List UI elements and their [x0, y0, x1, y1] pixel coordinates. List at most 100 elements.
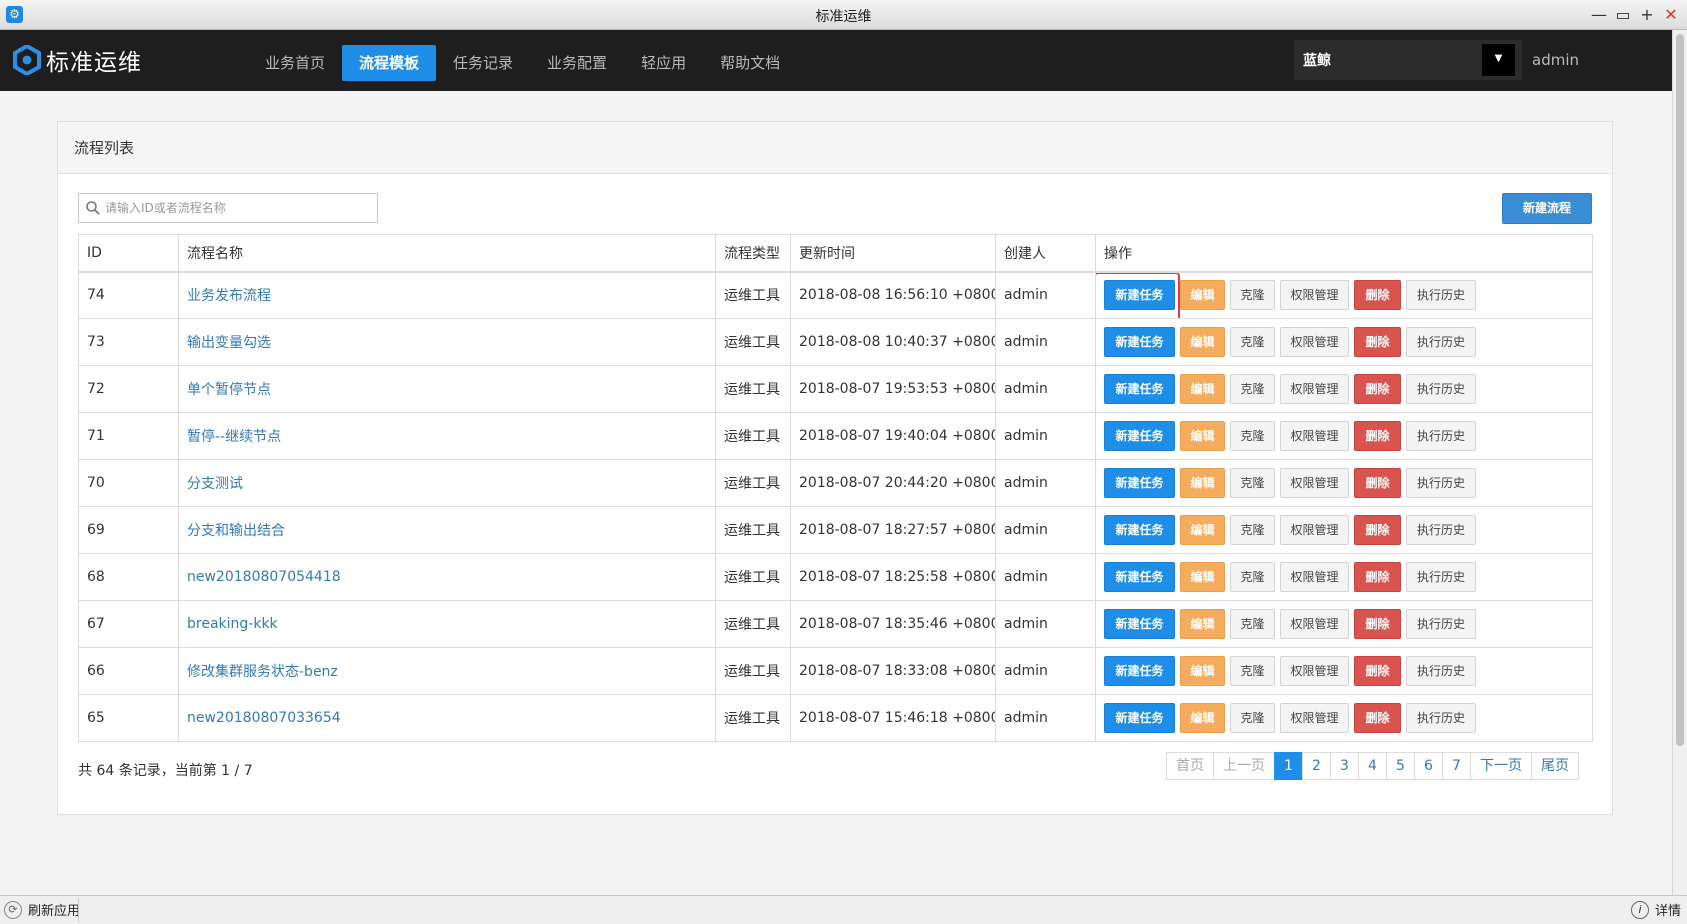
history-button[interactable]: 执行历史 — [1406, 656, 1476, 686]
edit-button[interactable]: 编辑 — [1180, 327, 1225, 357]
page-last[interactable]: 尾页 — [1531, 752, 1579, 780]
new-task-button[interactable]: 新建任务 — [1104, 609, 1175, 639]
new-task-button[interactable]: 新建任务 — [1104, 421, 1175, 451]
nav-item-1[interactable]: 流程模板 — [342, 45, 437, 81]
edit-button[interactable]: 编辑 — [1180, 468, 1225, 498]
page-number[interactable]: 7 — [1442, 752, 1471, 780]
delete-button[interactable]: 删除 — [1354, 656, 1401, 686]
edit-button[interactable]: 编辑 — [1180, 280, 1225, 311]
page-scrollbar[interactable] — [1672, 30, 1687, 895]
delete-button[interactable]: 删除 — [1354, 374, 1401, 404]
permission-button[interactable]: 权限管理 — [1280, 609, 1349, 639]
flow-name-link[interactable]: 单个暂停节点 — [187, 382, 271, 398]
minimize-icon[interactable]: — — [1589, 3, 1609, 25]
nav-item-2[interactable]: 任务记录 — [436, 45, 530, 81]
page-number[interactable]: 5 — [1386, 752, 1415, 780]
delete-button[interactable]: 删除 — [1354, 327, 1401, 357]
flow-name-link[interactable]: 暂停--继续节点 — [187, 429, 281, 445]
edit-button[interactable]: 编辑 — [1180, 703, 1225, 733]
search-input[interactable] — [105, 196, 373, 220]
edit-button[interactable]: 编辑 — [1180, 562, 1225, 592]
nav-item-5[interactable]: 帮助文档 — [703, 45, 797, 81]
flow-name-link[interactable]: new20180807033654 — [187, 710, 341, 726]
new-task-button[interactable]: 新建任务 — [1104, 374, 1175, 404]
permission-button[interactable]: 权限管理 — [1280, 280, 1349, 311]
search-field[interactable] — [78, 193, 378, 223]
user-menu[interactable]: admin — [1532, 51, 1662, 69]
delete-button[interactable]: 删除 — [1354, 515, 1401, 545]
add-icon[interactable]: + — [1637, 3, 1657, 25]
permission-button[interactable]: 权限管理 — [1280, 656, 1349, 686]
permission-button[interactable]: 权限管理 — [1280, 421, 1349, 451]
flow-name-link[interactable]: breaking-kkk — [187, 616, 278, 632]
page-number[interactable]: 4 — [1358, 752, 1387, 780]
flow-name-link[interactable]: 分支和输出结合 — [187, 523, 285, 539]
edit-button[interactable]: 编辑 — [1180, 374, 1225, 404]
delete-button[interactable]: 删除 — [1354, 609, 1401, 639]
brand[interactable]: 标准运维 — [12, 43, 142, 77]
history-button[interactable]: 执行历史 — [1406, 327, 1476, 357]
history-button[interactable]: 执行历史 — [1406, 515, 1476, 545]
page-number[interactable]: 3 — [1330, 752, 1359, 780]
details-button[interactable]: i 详情 — [1630, 900, 1681, 919]
clone-button[interactable]: 克隆 — [1230, 421, 1275, 451]
history-button[interactable]: 执行历史 — [1406, 609, 1476, 639]
permission-button[interactable]: 权限管理 — [1280, 562, 1349, 592]
delete-button[interactable]: 删除 — [1354, 421, 1401, 451]
clone-button[interactable]: 克隆 — [1230, 703, 1275, 733]
new-task-button[interactable]: 新建任务 — [1104, 327, 1175, 357]
flow-name-link[interactable]: 输出变量勾选 — [187, 335, 271, 351]
nav-item-4[interactable]: 轻应用 — [624, 45, 703, 81]
history-button[interactable]: 执行历史 — [1406, 374, 1476, 404]
clone-button[interactable]: 克隆 — [1230, 562, 1275, 592]
edit-button[interactable]: 编辑 — [1180, 656, 1225, 686]
refresh-app-button[interactable]: ⟳ 刷新应用 — [4, 900, 80, 919]
page-number[interactable]: 6 — [1414, 752, 1443, 780]
page-number[interactable]: 1 — [1274, 752, 1303, 780]
delete-button[interactable]: 删除 — [1354, 468, 1401, 498]
new-task-button[interactable]: 新建任务 — [1104, 562, 1175, 592]
nav-item-3[interactable]: 业务配置 — [530, 45, 624, 81]
new-flow-button[interactable]: 新建流程 — [1502, 193, 1592, 224]
permission-button[interactable]: 权限管理 — [1280, 515, 1349, 545]
close-icon[interactable]: ✕ — [1661, 3, 1681, 25]
permission-button[interactable]: 权限管理 — [1280, 327, 1349, 357]
history-button[interactable]: 执行历史 — [1406, 562, 1476, 592]
nav-item-0[interactable]: 业务首页 — [248, 45, 342, 81]
caret-down-icon[interactable]: ▼ — [1482, 44, 1515, 76]
new-task-button[interactable]: 新建任务 — [1104, 280, 1175, 311]
page-next[interactable]: 下一页 — [1470, 752, 1532, 780]
edit-button[interactable]: 编辑 — [1180, 421, 1225, 451]
business-select[interactable]: 蓝鲸 ▼ — [1294, 40, 1522, 80]
delete-button[interactable]: 删除 — [1354, 280, 1401, 311]
clone-button[interactable]: 克隆 — [1230, 327, 1275, 357]
new-task-button[interactable]: 新建任务 — [1104, 703, 1175, 733]
page-number[interactable]: 2 — [1302, 752, 1331, 780]
history-button[interactable]: 执行历史 — [1406, 703, 1476, 733]
flow-name-link[interactable]: 修改集群服务状态-benz — [187, 664, 338, 680]
clone-button[interactable]: 克隆 — [1230, 468, 1275, 498]
clone-button[interactable]: 克隆 — [1230, 515, 1275, 545]
delete-button[interactable]: 删除 — [1354, 562, 1401, 592]
delete-button[interactable]: 删除 — [1354, 703, 1401, 733]
new-task-button[interactable]: 新建任务 — [1104, 468, 1175, 498]
flow-name-link[interactable]: 业务发布流程 — [187, 288, 271, 304]
flow-name-link[interactable]: new20180807054418 — [187, 569, 341, 585]
history-button[interactable]: 执行历史 — [1406, 280, 1476, 311]
history-button[interactable]: 执行历史 — [1406, 468, 1476, 498]
clone-button[interactable]: 克隆 — [1230, 374, 1275, 404]
new-task-button[interactable]: 新建任务 — [1104, 656, 1175, 686]
permission-button[interactable]: 权限管理 — [1280, 374, 1349, 404]
edit-button[interactable]: 编辑 — [1180, 609, 1225, 639]
clone-button[interactable]: 克隆 — [1230, 656, 1275, 686]
edit-button[interactable]: 编辑 — [1180, 515, 1225, 545]
clone-button[interactable]: 克隆 — [1230, 609, 1275, 639]
page-prev[interactable]: 上一页 — [1213, 752, 1275, 780]
permission-button[interactable]: 权限管理 — [1280, 703, 1349, 733]
clone-button[interactable]: 克隆 — [1230, 280, 1275, 311]
permission-button[interactable]: 权限管理 — [1280, 468, 1349, 498]
page-first[interactable]: 首页 — [1166, 752, 1214, 780]
scrollbar-thumb[interactable] — [1676, 34, 1684, 746]
history-button[interactable]: 执行历史 — [1406, 421, 1476, 451]
new-task-button[interactable]: 新建任务 — [1104, 515, 1175, 545]
